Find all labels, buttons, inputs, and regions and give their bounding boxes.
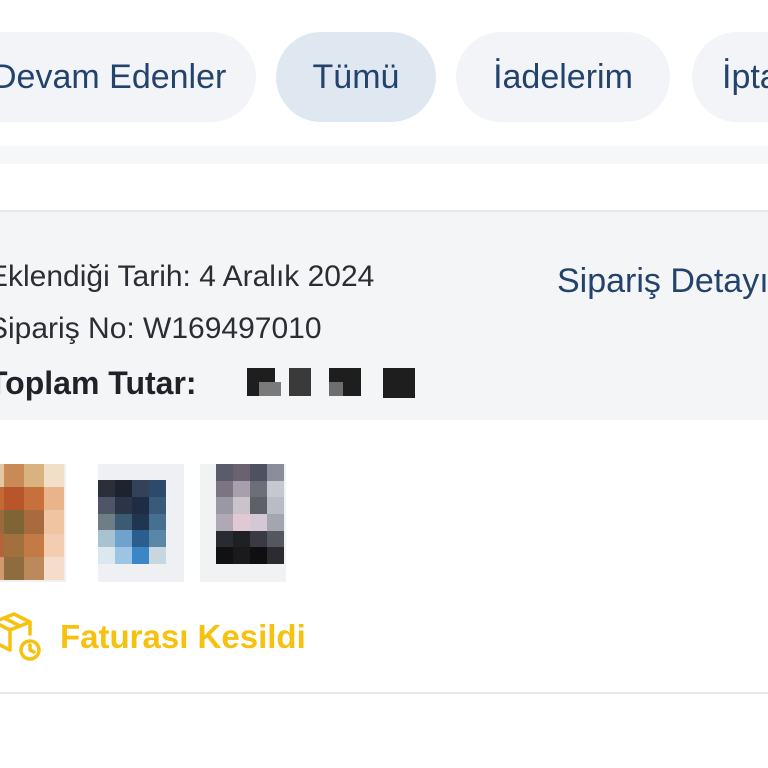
product-image-pixelated: [216, 464, 284, 564]
order-detail-link[interactable]: Sipariş Detayı: [557, 262, 768, 301]
tab-iptallerim[interactable]: İptallerim: [692, 32, 768, 122]
order-total-label: Toplam Tutar:: [0, 365, 197, 401]
order-status-text: Faturası Kesildi: [60, 618, 306, 655]
section-divider: [0, 146, 768, 164]
order-card[interactable]: Eklendiği Tarih: 4 Aralık 2024 Sipariş N…: [0, 210, 768, 694]
product-thumbnail[interactable]: [0, 464, 66, 582]
product-image-pixelated: [0, 464, 64, 580]
tab-devam-edenler[interactable]: Devam Edenler: [0, 32, 256, 122]
orders-screen: Devam Edenler Tümü İadelerim İptallerim …: [0, 0, 768, 768]
product-thumbnail[interactable]: [98, 464, 184, 582]
masked-total-amount: [207, 364, 437, 398]
product-image-pixelated: [98, 480, 166, 564]
order-card-header: Eklendiği Tarih: 4 Aralık 2024 Sipariş N…: [0, 212, 768, 420]
product-thumbnail[interactable]: [200, 464, 286, 582]
order-number: Sipariş No: W169497010: [0, 312, 322, 345]
tab-tumu[interactable]: Tümü: [276, 32, 436, 122]
order-status: Faturası Kesildi: [0, 602, 400, 666]
order-date: Eklendiği Tarih: 4 Aralık 2024: [0, 260, 375, 293]
order-filter-tabs: Devam Edenler Tümü İadelerim İptallerim: [0, 32, 768, 122]
order-product-thumbnails: [0, 464, 768, 584]
order-total: Toplam Tutar:: [0, 364, 437, 402]
invoice-box-icon: [0, 612, 41, 661]
tab-iadelerim[interactable]: İadelerim: [456, 32, 670, 122]
